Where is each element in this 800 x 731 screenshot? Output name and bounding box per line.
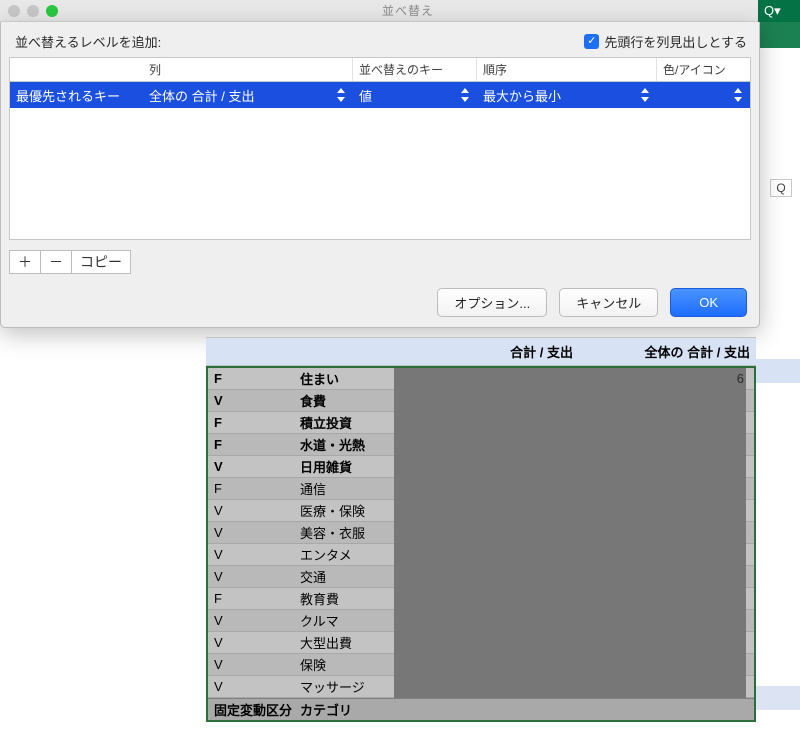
- close-dot[interactable]: [8, 5, 20, 17]
- add-level-label: 並べ替えるレベルを追加:: [15, 32, 161, 51]
- row-category-cell: 日用雑貨: [296, 457, 404, 476]
- ribbon-strip: [758, 22, 800, 48]
- footer-a: 固定変動区分: [208, 700, 296, 719]
- row-category-cell: 保険: [296, 655, 404, 674]
- col-head-column: 列: [143, 58, 353, 81]
- chevron-updown-icon: [337, 88, 347, 102]
- row-type-cell: F: [208, 481, 296, 496]
- ok-button[interactable]: OK: [670, 288, 747, 317]
- row-category-cell: 医療・保険: [296, 501, 404, 520]
- pivot-head-total: 合計 / 支出: [402, 338, 579, 365]
- copy-level-button[interactable]: コピー: [72, 250, 131, 274]
- options-button[interactable]: オプション...: [437, 288, 547, 317]
- row-category-cell: エンタメ: [296, 545, 404, 564]
- chevron-updown-icon: [734, 88, 744, 102]
- row-category-cell: 水道・光熱: [296, 435, 404, 454]
- cancel-button[interactable]: キャンセル: [559, 288, 658, 317]
- row-category-cell: 交通: [296, 567, 404, 586]
- row-type-cell: F: [208, 437, 296, 452]
- col-head-coloricon: 色/アイコン: [657, 58, 750, 81]
- check-icon: ✓: [584, 34, 599, 49]
- traffic-lights: [8, 5, 58, 17]
- sheet-band: [756, 686, 800, 710]
- footer-b: カテゴリ: [296, 700, 404, 719]
- sort-row-column-select[interactable]: 全体の 合計 / 支出: [143, 86, 353, 105]
- sort-row-order-value: 最大から最小: [483, 89, 561, 104]
- sort-grid-body: 最優先されるキー 全体の 合計 / 支出 値 最大から最小: [9, 82, 751, 240]
- row-category-cell: 住まい: [296, 369, 404, 388]
- window-titlebar: 並べ替え: [0, 0, 758, 22]
- zoom-dot[interactable]: [46, 5, 58, 17]
- row-category-cell: マッサージ: [296, 677, 404, 696]
- window-title: 並べ替え: [58, 2, 758, 19]
- header-row-checkbox[interactable]: ✓ 先頭行を列見出しとする: [584, 32, 747, 51]
- row-type-cell: F: [208, 371, 296, 386]
- sort-row-order-select[interactable]: 最大から最小: [477, 86, 657, 105]
- sort-grid-header: 列 並べ替えのキー 順序 色/アイコン: [9, 57, 751, 82]
- sheet-cell-stray[interactable]: Q: [770, 179, 792, 197]
- row-category-cell: 積立投資: [296, 413, 404, 432]
- pivot-footer: 固定変動区分カテゴリ: [208, 698, 754, 720]
- row-type-cell: F: [208, 415, 296, 430]
- level-buttons: ＋ － コピー: [9, 250, 751, 274]
- row-type-cell: V: [208, 503, 296, 518]
- row-type-cell: V: [208, 459, 296, 474]
- header-row-checkbox-label: 先頭行を列見出しとする: [604, 32, 747, 51]
- row-category-cell: 大型出費: [296, 633, 404, 652]
- row-type-cell: V: [208, 679, 296, 694]
- sort-row-column-value: 全体の 合計 / 支出: [149, 89, 254, 104]
- row-category-cell: 食費: [296, 391, 404, 410]
- row-category-cell: 美容・衣服: [296, 523, 404, 542]
- peek-value: 6: [737, 371, 744, 386]
- chevron-updown-icon: [641, 88, 651, 102]
- col-head-order: 順序: [477, 58, 657, 81]
- col-head-sortkey: 並べ替えのキー: [353, 58, 477, 81]
- sort-row-key-select[interactable]: 値: [353, 86, 477, 105]
- pivot-header-row: 合計 / 支出 全体の 合計 / 支出: [206, 337, 756, 366]
- row-type-cell: V: [208, 525, 296, 540]
- chevron-updown-icon: [461, 88, 471, 102]
- sort-dialog: 並べ替えるレベルを追加: ✓ 先頭行を列見出しとする 列 並べ替えのキー 順序 …: [0, 22, 760, 328]
- search-icon: Q▾: [764, 3, 781, 19]
- row-type-cell: V: [208, 569, 296, 584]
- row-category-cell: 通信: [296, 479, 404, 498]
- sort-row-priority: 最優先されるキー: [10, 86, 143, 105]
- row-type-cell: V: [208, 635, 296, 650]
- ribbon-search[interactable]: Q▾: [758, 0, 800, 22]
- sort-row-key-value: 値: [359, 89, 372, 104]
- minimize-dot[interactable]: [27, 5, 39, 17]
- row-type-cell: V: [208, 657, 296, 672]
- add-level-button[interactable]: ＋: [9, 250, 41, 274]
- pivot-sheet: 合計 / 支出 全体の 合計 / 支出 F住まいV食費F積立投資F水道・光熱V日…: [206, 337, 756, 722]
- row-type-cell: V: [208, 613, 296, 628]
- row-type-cell: V: [208, 547, 296, 562]
- remove-level-button[interactable]: －: [41, 250, 72, 274]
- sort-row-selected[interactable]: 最優先されるキー 全体の 合計 / 支出 値 最大から最小: [10, 82, 750, 108]
- row-category-cell: クルマ: [296, 611, 404, 630]
- pivot-head-grand: 全体の 合計 / 支出: [579, 338, 756, 365]
- col-head-priority: [10, 58, 143, 81]
- pivot-body[interactable]: F住まいV食費F積立投資F水道・光熱V日用雑貨F通信V医療・保険V美容・衣服Vエ…: [206, 366, 756, 722]
- row-category-cell: 教育費: [296, 589, 404, 608]
- dialog-actions: オプション... キャンセル OK: [9, 288, 751, 317]
- row-type-cell: V: [208, 393, 296, 408]
- redacted-area: [394, 368, 746, 698]
- row-type-cell: F: [208, 591, 296, 606]
- sheet-band: [756, 359, 800, 383]
